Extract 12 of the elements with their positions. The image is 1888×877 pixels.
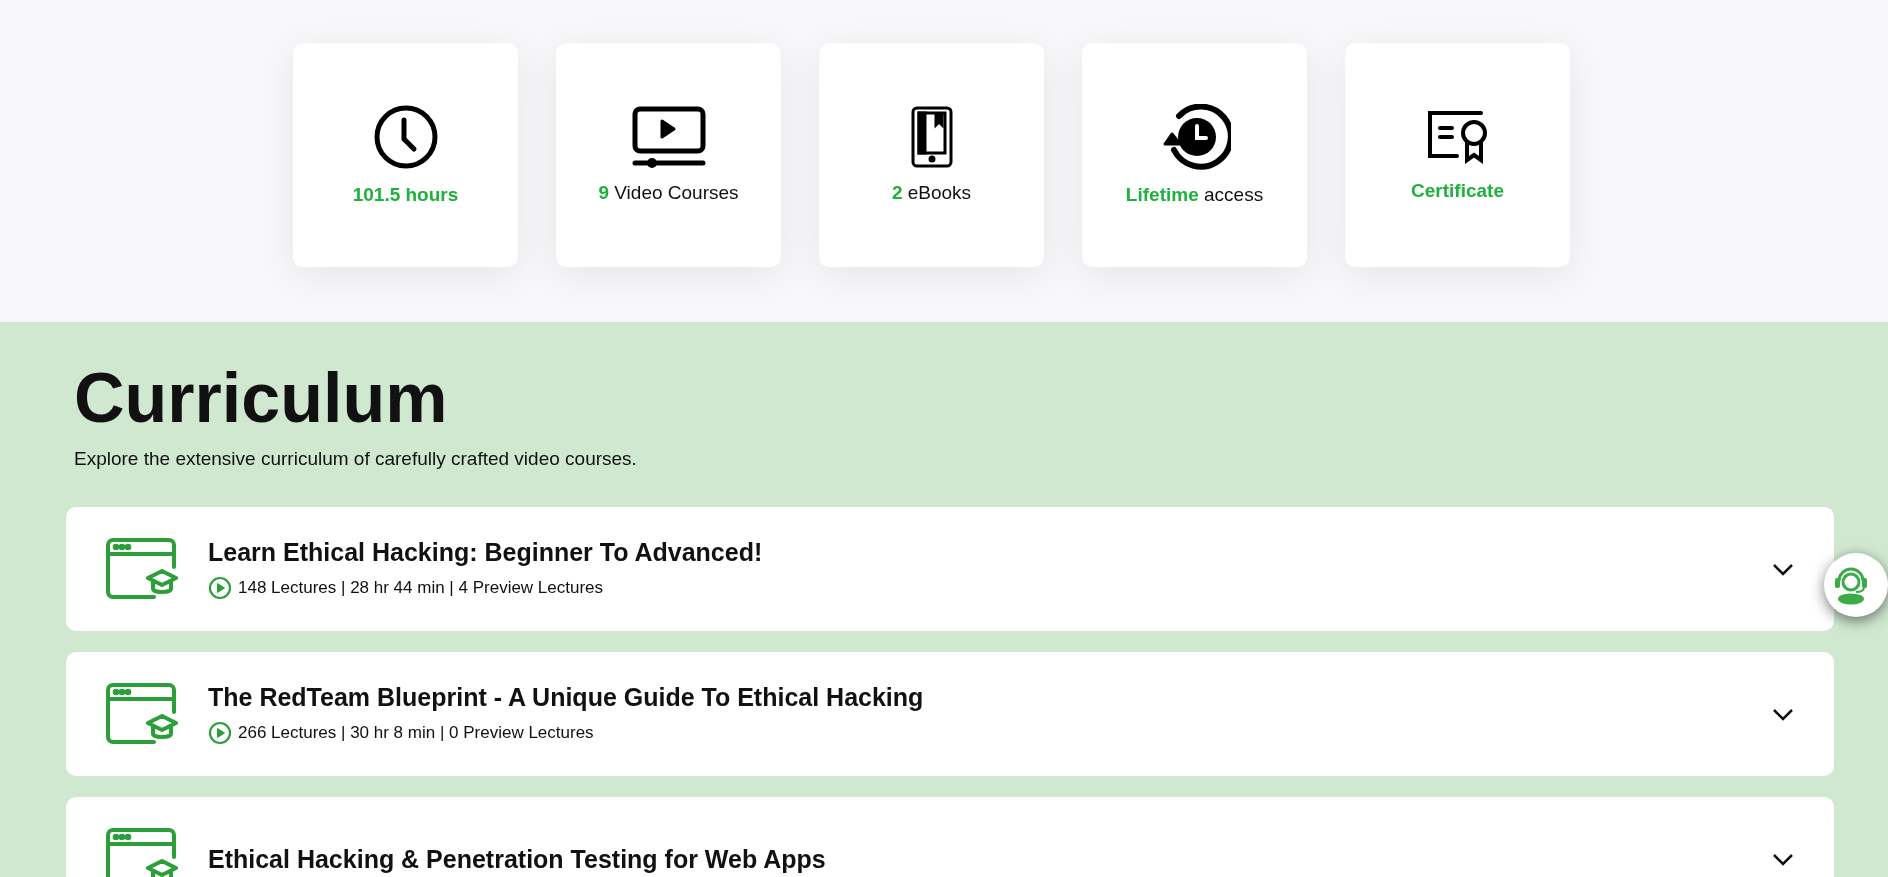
feature-label: 2 eBooks [891,182,972,204]
feature-label: Certificate [1411,180,1504,202]
section-heading: Curriculum [74,360,449,436]
course-title: The RedTeam Blueprint - A Unique Guide To Ethical Hacking [208,683,925,712]
course-stats: 148 Lectures | 28 hr 44 min | 4 Preview Lectures [238,578,604,598]
feature-label: 101.5 hours [352,184,459,206]
feature-label: 9 Video Courses [598,182,739,204]
section-description: Explore the extensive curriculum of carefully crafted video courses. [74,448,637,470]
course-title: Learn Ethical Hacking: Beginner To Advanced! [208,538,764,567]
course-title: Ethical Hacking & Penetration Testing for Web Apps [208,844,827,874]
feature-label: Lifetime access [1125,184,1264,206]
course-stats: 266 Lectures | 30 hr 8 min | 0 Preview Lectures [238,723,594,743]
